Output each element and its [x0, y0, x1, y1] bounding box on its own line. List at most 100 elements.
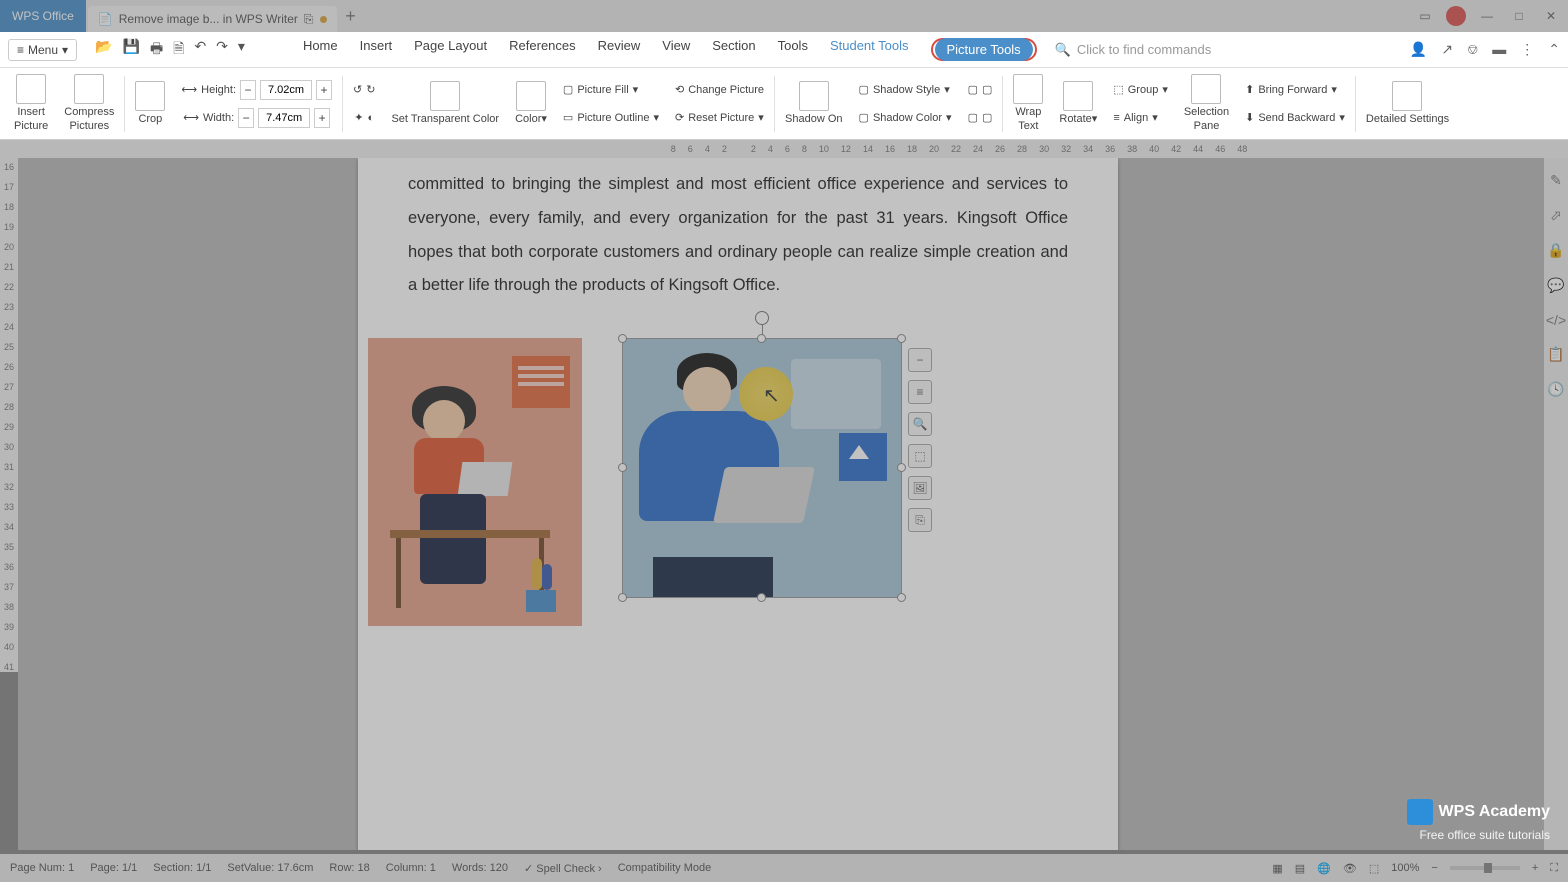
redo-icon[interactable]: ↷	[216, 38, 228, 62]
wrap-text-button[interactable]: Wrap Text	[1005, 68, 1051, 139]
color-button[interactable]: Color▾	[507, 68, 555, 139]
zoom-in-button[interactable]: +	[1532, 862, 1538, 874]
group-button[interactable]: ⬚ Group ▾	[1113, 78, 1168, 102]
comment-icon[interactable]: 💬	[1547, 277, 1564, 294]
share-icon[interactable]: ↗	[1441, 41, 1453, 58]
height-input[interactable]	[260, 80, 312, 100]
close-button[interactable]: ✕	[1540, 9, 1562, 23]
print-icon[interactable]: 🖶	[150, 38, 163, 62]
app-tab[interactable]: WPS Office	[0, 0, 86, 32]
tab-review[interactable]: Review	[598, 38, 641, 61]
tab-picture-tools[interactable]: Picture Tools	[935, 38, 1033, 61]
nudge-grid-icon[interactable]: ▢	[982, 83, 992, 96]
width-input[interactable]	[258, 108, 310, 128]
shadow-color-button[interactable]: ▢ Shadow Color ▾	[859, 106, 952, 130]
crop-button[interactable]: Crop	[127, 68, 173, 139]
change-picture-button[interactable]: ⟲ Change Picture	[675, 78, 764, 102]
edit-icon[interactable]: ✎	[1550, 172, 1562, 189]
rotate-left-icon[interactable]: ↺	[353, 83, 362, 96]
tab-tools[interactable]: Tools	[778, 38, 808, 61]
window-split-icon[interactable]: ▬	[1492, 41, 1506, 58]
resize-handle[interactable]	[757, 593, 766, 602]
tab-section[interactable]: Section	[712, 38, 755, 61]
insert-picture-button[interactable]: Insert Picture	[6, 68, 56, 139]
code-icon[interactable]: </>	[1546, 312, 1566, 328]
picture-outline-button[interactable]: ▭ Picture Outline ▾	[563, 106, 659, 130]
print-preview-icon[interactable]: 🗎	[173, 38, 184, 62]
layout-options-icon[interactable]: ≡	[908, 380, 932, 404]
view-eye-icon[interactable]: 👁	[1343, 862, 1357, 875]
user-avatar[interactable]	[1446, 6, 1466, 26]
tab-references[interactable]: References	[509, 38, 575, 61]
lock-icon[interactable]: 🔒	[1547, 242, 1564, 259]
command-search[interactable]: 🔍 Click to find commands	[1055, 42, 1212, 58]
resize-handle[interactable]	[757, 334, 766, 343]
nudge-down-icon[interactable]: ▢	[968, 111, 978, 124]
resize-handle[interactable]	[618, 334, 627, 343]
fit-icon[interactable]: ⬚	[1369, 862, 1379, 875]
view-outline-icon[interactable]: ▤	[1295, 862, 1305, 875]
compat-mode[interactable]: Compatibility Mode	[618, 862, 712, 874]
resize-handle[interactable]	[897, 463, 906, 472]
spell-check-button[interactable]: ✓ Spell Check ›	[524, 862, 602, 875]
zoom-out-button[interactable]: −	[1431, 862, 1437, 874]
image-woman[interactable]	[368, 338, 582, 626]
body-text[interactable]: committed to bringing the simplest and m…	[358, 158, 1118, 313]
tab-page-layout[interactable]: Page Layout	[414, 38, 487, 61]
replace-image-icon[interactable]: 🖼	[908, 476, 932, 500]
align-button[interactable]: ≡ Align ▾	[1113, 106, 1157, 130]
resize-handle[interactable]	[897, 593, 906, 602]
collapse-ribbon-icon[interactable]: ⌃	[1548, 41, 1560, 58]
reset-picture-button[interactable]: ⟳ Reset Picture ▾	[675, 106, 764, 130]
resize-handle[interactable]	[618, 463, 627, 472]
nudge-right-icon[interactable]: ▢	[982, 111, 992, 124]
nudge-up-icon[interactable]: ▢	[968, 83, 978, 96]
rotate-button[interactable]: Rotate▾	[1051, 68, 1105, 139]
status-words[interactable]: Words: 120	[452, 862, 508, 874]
user-icon[interactable]: 👤	[1410, 41, 1427, 58]
brightness-icon[interactable]: ✦	[354, 111, 363, 124]
new-tab-button[interactable]: +	[337, 6, 365, 27]
history-icon[interactable]: 🕓	[1547, 381, 1564, 398]
view-web-icon[interactable]: 🌐	[1317, 862, 1331, 875]
undo-icon[interactable]: ↶	[194, 38, 206, 62]
set-transparent-button[interactable]: Set Transparent Color	[383, 68, 507, 139]
height-control[interactable]: ⟷ Height: −+	[181, 78, 332, 102]
save-icon[interactable]: 💾	[123, 38, 140, 62]
window-icon[interactable]: ▭	[1414, 9, 1436, 23]
shadow-on-button[interactable]: Shadow On	[777, 68, 850, 139]
menu-button[interactable]: ≡ Menu ▾	[8, 39, 77, 61]
tab-view[interactable]: View	[662, 38, 690, 61]
send-backward-button[interactable]: ⬇ Send Backward ▾	[1245, 106, 1345, 130]
contrast-icon[interactable]: ◐	[368, 112, 375, 124]
select-icon[interactable]: ⬀	[1550, 207, 1562, 224]
tab-home[interactable]: Home	[303, 38, 338, 61]
document-canvas[interactable]: committed to bringing the simplest and m…	[18, 158, 1544, 850]
zoom-icon[interactable]: 🔍	[908, 412, 932, 436]
rotate-handle[interactable]	[755, 311, 769, 325]
rotate-right-icon[interactable]: ↻	[366, 83, 375, 96]
detailed-settings-button[interactable]: Detailed Settings	[1358, 68, 1457, 139]
shadow-style-button[interactable]: ▢ Shadow Style ▾	[859, 78, 950, 102]
maximize-button[interactable]: □	[1508, 9, 1530, 23]
qat-more-icon[interactable]: ▾	[238, 38, 245, 62]
view-print-icon[interactable]: ▦	[1272, 862, 1282, 875]
crop-tool-icon[interactable]: ⬚	[908, 444, 932, 468]
tab-insert[interactable]: Insert	[360, 38, 393, 61]
minimize-button[interactable]: —	[1476, 9, 1498, 23]
image-man-selected[interactable]: ↖	[622, 338, 902, 598]
fullscreen-icon[interactable]: ⛶	[1550, 862, 1558, 875]
resize-handle[interactable]	[897, 334, 906, 343]
zoom-out-icon[interactable]: −	[908, 348, 932, 372]
width-control[interactable]: ⟷ Width: −+	[183, 106, 330, 130]
compress-pictures-button[interactable]: Compress Pictures	[56, 68, 122, 139]
clipboard-icon[interactable]: 📋	[1547, 346, 1564, 363]
picture-fill-button[interactable]: ▢ Picture Fill ▾	[563, 78, 638, 102]
more-icon[interactable]: ⋮	[1520, 41, 1534, 58]
resize-handle[interactable]	[618, 593, 627, 602]
tab-student-tools[interactable]: Student Tools	[830, 38, 909, 61]
export-image-icon[interactable]: ⎘	[908, 508, 932, 532]
limit-icon[interactable]: ⎊	[1467, 41, 1478, 58]
document-tab[interactable]: 📄 Remove image b... in WPS Writer ⎘	[88, 6, 337, 32]
bring-forward-button[interactable]: ⬆ Bring Forward ▾	[1245, 78, 1337, 102]
